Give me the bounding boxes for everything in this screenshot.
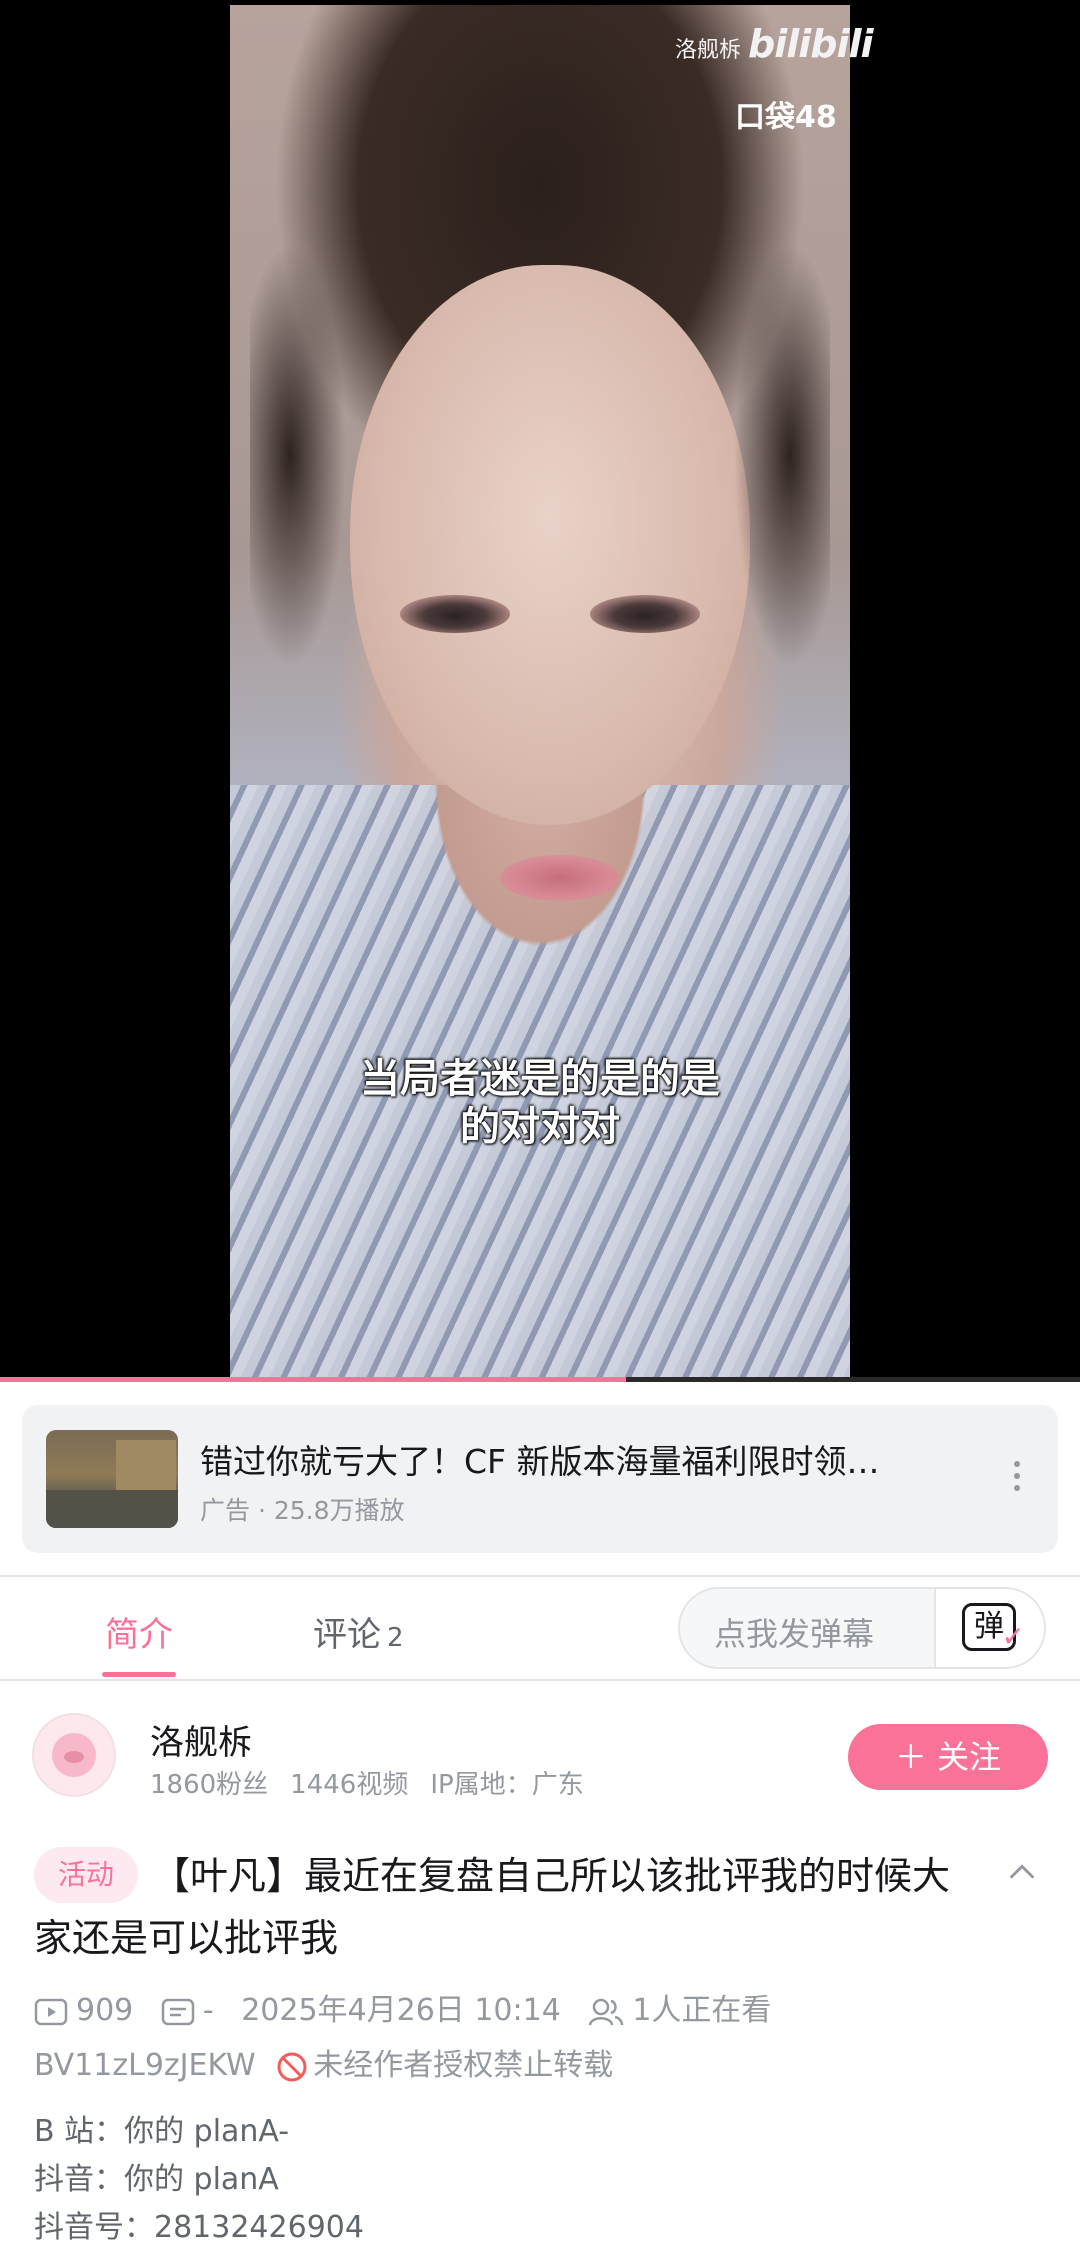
- tab-bar: 简介 评论 2 点我发弹幕 弹 ✓: [0, 1577, 1080, 1679]
- no-repost-icon: [277, 2052, 307, 2081]
- ad-meta: 广告 · 25.8万播放: [200, 1496, 405, 1525]
- copyright-notice: 未经作者授权禁止转载: [313, 2048, 614, 2083]
- danmu-toggle-button[interactable]: 弹 ✓: [934, 1589, 1044, 1667]
- ad-thumbnail[interactable]: [46, 1430, 178, 1528]
- danmu-input[interactable]: 点我发弹幕: [714, 1609, 874, 1655]
- watermark-pocket48: 口袋48: [735, 100, 837, 135]
- video-hair-strands: [250, 155, 830, 755]
- video-neck-area: [360, 785, 720, 1085]
- publish-date: 2025年4月26日 10:14: [241, 1993, 561, 2028]
- follow-button[interactable]: ＋ 关注: [848, 1724, 1048, 1790]
- subtitle-line-1: 当局者迷是的是的是: [360, 1056, 720, 1102]
- ad-thumbnail-crate: [116, 1440, 176, 1490]
- video-description: B 站：你的 planA- 抖音：你的 planA 抖音号：2813242690…: [34, 2108, 364, 2252]
- tab-comments-label: 评论: [313, 1615, 381, 1655]
- divider: [0, 1679, 1080, 1681]
- watching-icon: [589, 1998, 624, 2025]
- ad-title[interactable]: 错过你就亏大了！CF 新版本海量福利限时领…: [200, 1435, 960, 1483]
- video-subtitle: 当局者迷是的是的是 的对对对: [230, 1055, 850, 1151]
- uploader-name[interactable]: 洛舰柝: [150, 1715, 252, 1764]
- subtitle-line-2: 的对对对: [460, 1104, 620, 1150]
- danmaku-count-icon: [161, 1998, 195, 2025]
- ad-thumbnail-ground: [46, 1490, 178, 1528]
- progress-bar[interactable]: [0, 1377, 1080, 1382]
- uploader-fans: 1860粉丝: [150, 1770, 269, 1800]
- video-frame[interactable]: [230, 5, 850, 1377]
- tab-active-indicator: [102, 1672, 176, 1677]
- avatar[interactable]: [32, 1713, 116, 1797]
- desc-line-1: B 站：你的 planA-: [34, 2114, 290, 2149]
- uploader-videos: 1446视频: [290, 1770, 409, 1800]
- avatar-pig-nose: [64, 1751, 84, 1763]
- activity-tag[interactable]: 活动: [34, 1847, 138, 1903]
- tab-comments[interactable]: 评论 2: [313, 1607, 404, 1656]
- uploader-ip: IP属地：广东: [430, 1770, 584, 1800]
- play-count-icon: [34, 1998, 68, 2025]
- danmu-toggle-icon: 弹 ✓: [962, 1603, 1025, 1653]
- video-stats: 909 - 2025年4月26日 10:14 1人正在看: [34, 1985, 789, 2029]
- watermark-uploader: 洛舰柝: [675, 38, 742, 63]
- progress-bar-fill: [0, 1377, 627, 1382]
- danmu-icon-char: 弹: [974, 1609, 1004, 1644]
- video-ids: BV11zL9zJEKW 未经作者授权禁止转载: [34, 2040, 613, 2084]
- danmu-bar: 点我发弹幕 弹 ✓: [678, 1587, 1046, 1669]
- more-dots-icon[interactable]: [1007, 1457, 1027, 1501]
- video-lips: [500, 855, 620, 901]
- video-player[interactable]: 洛舰柝 bilibili 口袋48 当局者迷是的是的是 的对对对: [0, 0, 1080, 1382]
- tab-intro-label: 简介: [105, 1615, 173, 1655]
- bvid[interactable]: BV11zL9zJEKW: [34, 2048, 256, 2083]
- bilibili-logo: bilibili: [748, 22, 874, 66]
- ad-card[interactable]: 错过你就亏大了！CF 新版本海量福利限时领… 广告 · 25.8万播放: [22, 1405, 1058, 1553]
- desc-line-3: 抖音号：28132426904: [34, 2210, 364, 2245]
- collapse-chevron-icon[interactable]: [1005, 1855, 1035, 1885]
- desc-line-2: 抖音：你的 planA: [34, 2162, 279, 2197]
- tab-comments-count: 2: [387, 1623, 404, 1653]
- tab-intro[interactable]: 简介: [105, 1607, 173, 1656]
- uploader-stats: 1860粉丝 1446视频 IP属地：广东: [150, 1764, 606, 1801]
- watching-count: 1人正在看: [632, 1993, 772, 2028]
- video-title: 【叶凡】最近在复盘自己所以该批评我的时候大家还是可以批评我: [34, 1854, 951, 1960]
- danmaku-count: -: [202, 1993, 214, 2028]
- play-count: 909: [76, 1993, 134, 2028]
